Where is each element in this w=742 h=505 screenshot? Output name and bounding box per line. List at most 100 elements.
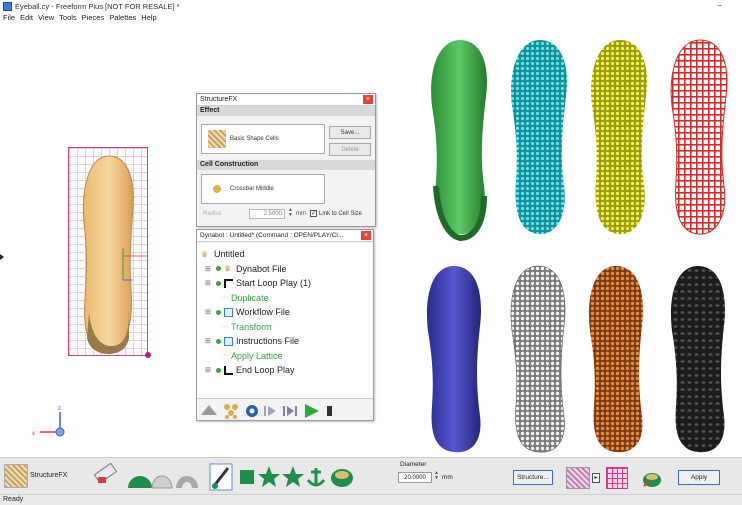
paint-bucket-icon[interactable] (640, 466, 664, 490)
brush-tool-icon (209, 463, 233, 491)
play-icon (305, 404, 319, 418)
app-icon (3, 1, 12, 11)
expand-icon[interactable]: ⊞ (205, 308, 213, 316)
insole-yellow-lattice (591, 40, 647, 235)
basic-shape-cells-icon (208, 130, 226, 148)
anchor-icon (306, 468, 326, 487)
selection-bounding-box[interactable] (68, 147, 151, 358)
tree-label: Untitled (214, 249, 245, 260)
structure-dropdown-arrow[interactable]: ▸ (592, 473, 600, 483)
tree-item-start-loop[interactable]: ⊞ Start Loop Play (1) (201, 276, 373, 291)
cell-selector[interactable]: Crossbar Middle (201, 174, 325, 204)
lattice-icon (224, 404, 238, 419)
menu-pieces[interactable]: Pieces (82, 13, 105, 22)
cell-construction-header: Cell Construction (197, 160, 375, 170)
delete-button[interactable]: Delete (329, 143, 371, 156)
tree-label: Transform (231, 321, 272, 332)
star-shape-icon (258, 466, 280, 487)
tree-item-workflow-file[interactable]: ⊞ Workflow File (201, 305, 373, 320)
bowl-icon (331, 469, 353, 487)
expand-icon[interactable]: ⊞ (205, 366, 213, 374)
crossbar-middle-icon (208, 180, 226, 198)
link-cell-size-checkbox[interactable]: ✓ (310, 210, 317, 217)
menu-help[interactable]: Help (141, 13, 156, 22)
resize-handle[interactable] (145, 352, 151, 358)
dynabot-toolbar-icons (201, 404, 332, 419)
structure-button[interactable]: Structure... (513, 470, 553, 485)
effect-name: Basic Shape Cells (230, 136, 279, 142)
status-dot (216, 338, 221, 344)
link-cell-size-label: Link to Cell Size (319, 211, 363, 217)
structure-preview-icon[interactable] (566, 467, 590, 489)
square-shape-icon (240, 470, 254, 484)
apply-button[interactable]: Apply (678, 470, 720, 485)
sculpted-insole[interactable] (69, 148, 149, 357)
tree-root[interactable]: ♛ Untitled (201, 247, 373, 262)
viewport-edge-marker (0, 254, 4, 260)
dynabot-panel: Dynabot : Untitled* (Command : OPEN/PLAY… (196, 229, 374, 421)
tree-item-transform[interactable]: ··· Transform (201, 320, 373, 335)
expand-icon[interactable]: ⊞ (205, 337, 213, 345)
menu-view[interactable]: View (38, 13, 54, 22)
expand-icon[interactable]: ⊞ (205, 279, 213, 287)
arch-shape-icon (176, 476, 198, 488)
insole-cyan-lattice (511, 40, 567, 235)
panel-title-bar[interactable]: StructureFX × (197, 94, 375, 106)
workflow-file-icon (224, 307, 233, 317)
tree-connector-icon: ··· (221, 294, 228, 302)
dynabot-close-button[interactable]: × (361, 231, 371, 240)
structurefx-close-button[interactable]: × (363, 95, 373, 104)
menu-tools[interactable]: Tools (59, 13, 77, 22)
gear-icon (246, 405, 258, 417)
pyramid-icon (201, 405, 217, 415)
save-button[interactable]: Save... (329, 126, 371, 139)
status-dot (216, 367, 221, 373)
tree-label: Start Loop Play (1) (236, 278, 312, 289)
menu-file[interactable]: File (3, 13, 15, 22)
tree-label: Dynabot File (236, 263, 287, 274)
start-loop-icon (224, 278, 233, 288)
instructions-file-icon (224, 336, 233, 346)
menu-bar: File Edit View Tools Pieces Palettes Hel… (0, 12, 742, 23)
diameter-input[interactable]: 20.0000 (398, 472, 432, 483)
expand-icon[interactable]: ⊞ (205, 265, 213, 273)
tree-item-dynabot-file[interactable]: ⊞ ♛ Dynabot File (201, 262, 373, 277)
structurefx-panel: StructureFX × Effect Basic Shape Cells S… (196, 93, 376, 227)
tree-label: End Loop Play (236, 365, 295, 376)
menu-palettes[interactable]: Palettes (109, 13, 136, 22)
structurefx-tool-label: StructureFX (30, 472, 68, 479)
dome-shape-icon (128, 476, 152, 488)
diameter-label: Diameter (400, 461, 427, 468)
axis-x-label: x (32, 431, 35, 437)
tree-label: Duplicate (231, 292, 269, 303)
structurefx-title: StructureFX (200, 96, 238, 103)
title-bar: Eyeball.cy - Freeform Plus [NOT FOR RESA… (0, 0, 742, 12)
diameter-unit: mm (442, 474, 453, 481)
bottom-toolbar: StructureFX Diameter 20.0000 ▲ ▼ mm Struc… (0, 457, 742, 494)
grid-icon[interactable] (606, 467, 628, 489)
menu-edit[interactable]: Edit (20, 13, 33, 22)
tree-item-end-loop[interactable]: ⊞ End Loop Play (201, 363, 373, 378)
dynabot-root-icon: ♛ (201, 249, 209, 259)
sphere-shape-icon (151, 475, 173, 489)
dynabot-file-icon: ♛ (224, 264, 232, 274)
minimize-button[interactable]: – (718, 1, 722, 10)
radius-stepper[interactable]: ▲ ▼ (288, 208, 293, 218)
radius-unit: mm (296, 211, 306, 217)
end-loop-icon (224, 365, 233, 375)
insole-gallery (427, 39, 728, 453)
tree-item-apply-lattice[interactable]: ··· Apply Lattice (201, 349, 373, 364)
effect-selector[interactable]: Basic Shape Cells (201, 124, 325, 154)
radius-label: Radius (203, 211, 222, 217)
tree-item-instructions-file[interactable]: ⊞ Instructions File (201, 334, 373, 349)
structurefx-tool-icon[interactable] (4, 464, 28, 488)
window-title: Eyeball.cy - Freeform Plus [NOT FOR RESA… (15, 1, 180, 11)
dynabot-tree: ♛ Untitled ⊞ ♛ Dynabot File ⊞ Start Loop… (197, 243, 373, 400)
radius-input[interactable]: 2.5000 (249, 209, 285, 219)
status-dot (216, 266, 221, 272)
dynabot-title-bar[interactable]: Dynabot : Untitled* (Command : OPEN/PLAY… (197, 230, 373, 242)
insole-blue-solid (427, 266, 481, 453)
skip-end-icon (283, 406, 297, 416)
tree-item-duplicate[interactable]: ··· Duplicate (201, 291, 373, 306)
diameter-stepper[interactable]: ▲ ▼ (434, 471, 439, 481)
